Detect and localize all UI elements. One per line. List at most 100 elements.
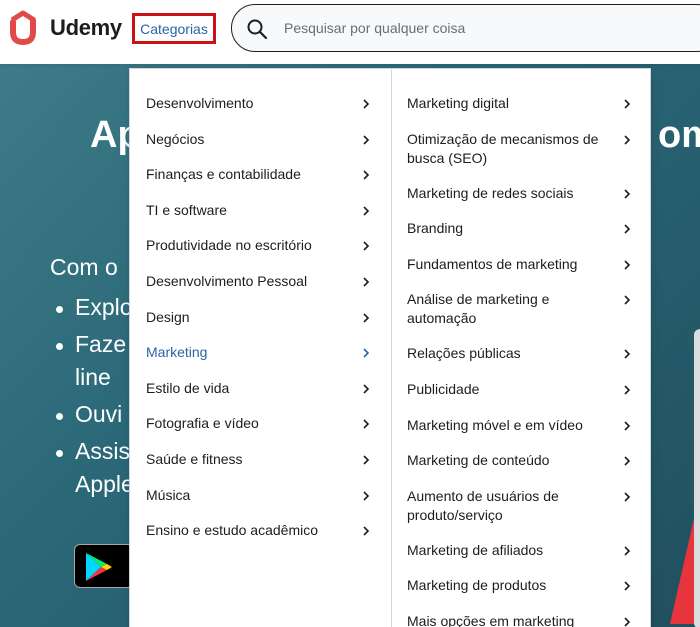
subcategory-label: Análise de marketing e automação <box>407 291 550 326</box>
category-label: Marketing <box>146 344 208 360</box>
category-label: Ensino e estudo acadêmico <box>146 522 318 538</box>
chevron-right-icon <box>363 526 370 536</box>
subcategory-label: Branding <box>407 220 464 236</box>
udemy-logo-icon <box>10 10 36 46</box>
chevron-right-icon <box>363 99 370 109</box>
chevron-right-icon <box>624 456 631 466</box>
category-label: Design <box>146 309 190 325</box>
subcategory-label: Publicidade <box>407 381 480 397</box>
search-input[interactable] <box>284 13 684 43</box>
categories-button[interactable]: Categorias <box>132 13 216 44</box>
chevron-right-icon <box>363 384 370 394</box>
subcategory-item[interactable]: Relações públicas <box>407 344 639 363</box>
category-item-active[interactable]: Marketing <box>146 343 376 362</box>
subcategory-label: Fundamentos de marketing <box>407 256 578 272</box>
category-item[interactable]: Fotografia e vídeo <box>146 414 376 433</box>
subcategory-item[interactable]: Marketing de afiliados <box>407 541 639 560</box>
category-label: Desenvolvimento <box>146 95 254 111</box>
device-mockup-edge <box>694 329 700 627</box>
chevron-right-icon <box>624 385 631 395</box>
chevron-right-icon <box>363 277 370 287</box>
chevron-right-icon <box>624 135 631 145</box>
chevron-right-icon <box>363 455 370 465</box>
chevron-right-icon <box>363 206 370 216</box>
chevron-right-icon <box>624 581 631 591</box>
search-bar <box>231 4 700 52</box>
chevron-right-icon <box>624 492 631 502</box>
category-item[interactable]: Música <box>146 486 376 505</box>
category-item[interactable]: Saúde e fitness <box>146 450 376 469</box>
category-item[interactable]: Estilo de vida <box>146 379 376 398</box>
chevron-right-icon <box>363 313 370 323</box>
google-play-icon <box>86 553 112 581</box>
chevron-right-icon <box>363 491 370 501</box>
category-label: Negócios <box>146 131 205 147</box>
hero-bullet-continued: line <box>75 364 111 390</box>
decorative-shape <box>670 510 700 624</box>
category-item[interactable]: Design <box>146 308 376 327</box>
subcategory-item[interactable]: Aumento de usuários de produto/serviço <box>407 487 639 525</box>
column-divider <box>391 69 392 627</box>
udemy-logo[interactable]: Udemy <box>8 10 122 46</box>
chevron-right-icon <box>624 546 631 556</box>
chevron-right-icon <box>363 135 370 145</box>
subcategory-item[interactable]: Mais opções em marketing <box>407 612 639 627</box>
chevron-right-icon <box>363 170 370 180</box>
category-label: Finanças e contabilidade <box>146 166 301 182</box>
category-label: Produtividade no escritório <box>146 237 312 253</box>
subcategory-item[interactable]: Otimização de mecanismos de busca (SEO) <box>407 130 639 168</box>
hero-title-right: om <box>658 114 700 156</box>
chevron-right-icon <box>624 260 631 270</box>
category-label: Fotografia e vídeo <box>146 415 259 431</box>
chevron-right-icon <box>624 349 631 359</box>
subcategory-item[interactable]: Marketing de produtos <box>407 576 639 595</box>
chevron-right-icon <box>624 295 631 305</box>
subcategory-item[interactable]: Fundamentos de marketing <box>407 255 639 274</box>
subcategory-label: Aumento de usuários de produto/serviço <box>407 488 559 523</box>
subcategory-item[interactable]: Publicidade <box>407 380 639 399</box>
subcategory-label: Otimização de mecanismos de busca (SEO) <box>407 131 599 166</box>
chevron-right-icon <box>624 99 631 109</box>
category-label: Estilo de vida <box>146 380 230 396</box>
subcategory-item[interactable]: Marketing de conteúdo <box>407 451 639 470</box>
category-item[interactable]: Finanças e contabilidade <box>146 165 376 184</box>
chevron-right-icon <box>363 348 370 358</box>
category-label: TI e software <box>146 202 227 218</box>
category-item[interactable]: Desenvolvimento Pessoal <box>146 272 376 291</box>
category-label: Música <box>146 487 191 503</box>
subcategory-item[interactable]: Marketing de redes sociais <box>407 184 639 203</box>
category-item[interactable]: Negócios <box>146 130 376 149</box>
subcategory-label: Marketing digital <box>407 95 509 111</box>
hero-bullet-continued: Apple <box>75 471 134 497</box>
subcategory-label: Relações públicas <box>407 345 521 361</box>
subcategory-item[interactable]: Branding <box>407 219 639 238</box>
chevron-right-icon <box>624 224 631 234</box>
subcategory-label: Marketing de conteúdo <box>407 452 550 468</box>
chevron-right-icon <box>363 241 370 251</box>
category-item[interactable]: TI e software <box>146 201 376 220</box>
subcategory-item[interactable]: Marketing digital <box>407 94 639 113</box>
subcategory-item[interactable]: Análise de marketing e automação <box>407 290 639 328</box>
subcategory-label: Marketing de afiliados <box>407 542 544 558</box>
chevron-right-icon <box>363 419 370 429</box>
chevron-right-icon <box>624 421 631 431</box>
categories-dropdown: Desenvolvimento Negócios Finanças e cont… <box>129 68 651 627</box>
subcategory-label: Mais opções em marketing <box>407 613 575 627</box>
subcategory-item[interactable]: Marketing móvel e em vídeo <box>407 416 639 435</box>
search-icon[interactable] <box>246 18 268 40</box>
google-play-badge[interactable] <box>74 544 134 588</box>
chevron-right-icon <box>624 617 631 627</box>
subcategory-label: Marketing móvel e em vídeo <box>407 417 583 433</box>
hero-bullet: Faze <box>55 331 127 357</box>
subcategory-label: Marketing de produtos <box>407 577 547 593</box>
top-header: Udemy Categorias <box>0 0 700 64</box>
category-item[interactable]: Ensino e estudo acadêmico <box>146 521 376 540</box>
hero-bullet: Explo <box>56 294 133 320</box>
category-item[interactable]: Desenvolvimento <box>146 94 376 113</box>
hero-bullet: Ouvi <box>55 401 123 427</box>
category-item[interactable]: Produtividade no escritório <box>146 236 376 255</box>
category-label: Saúde e fitness <box>146 451 243 467</box>
subcategory-label: Marketing de redes sociais <box>407 185 574 201</box>
category-label: Desenvolvimento Pessoal <box>146 273 308 289</box>
chevron-right-icon <box>624 189 631 199</box>
